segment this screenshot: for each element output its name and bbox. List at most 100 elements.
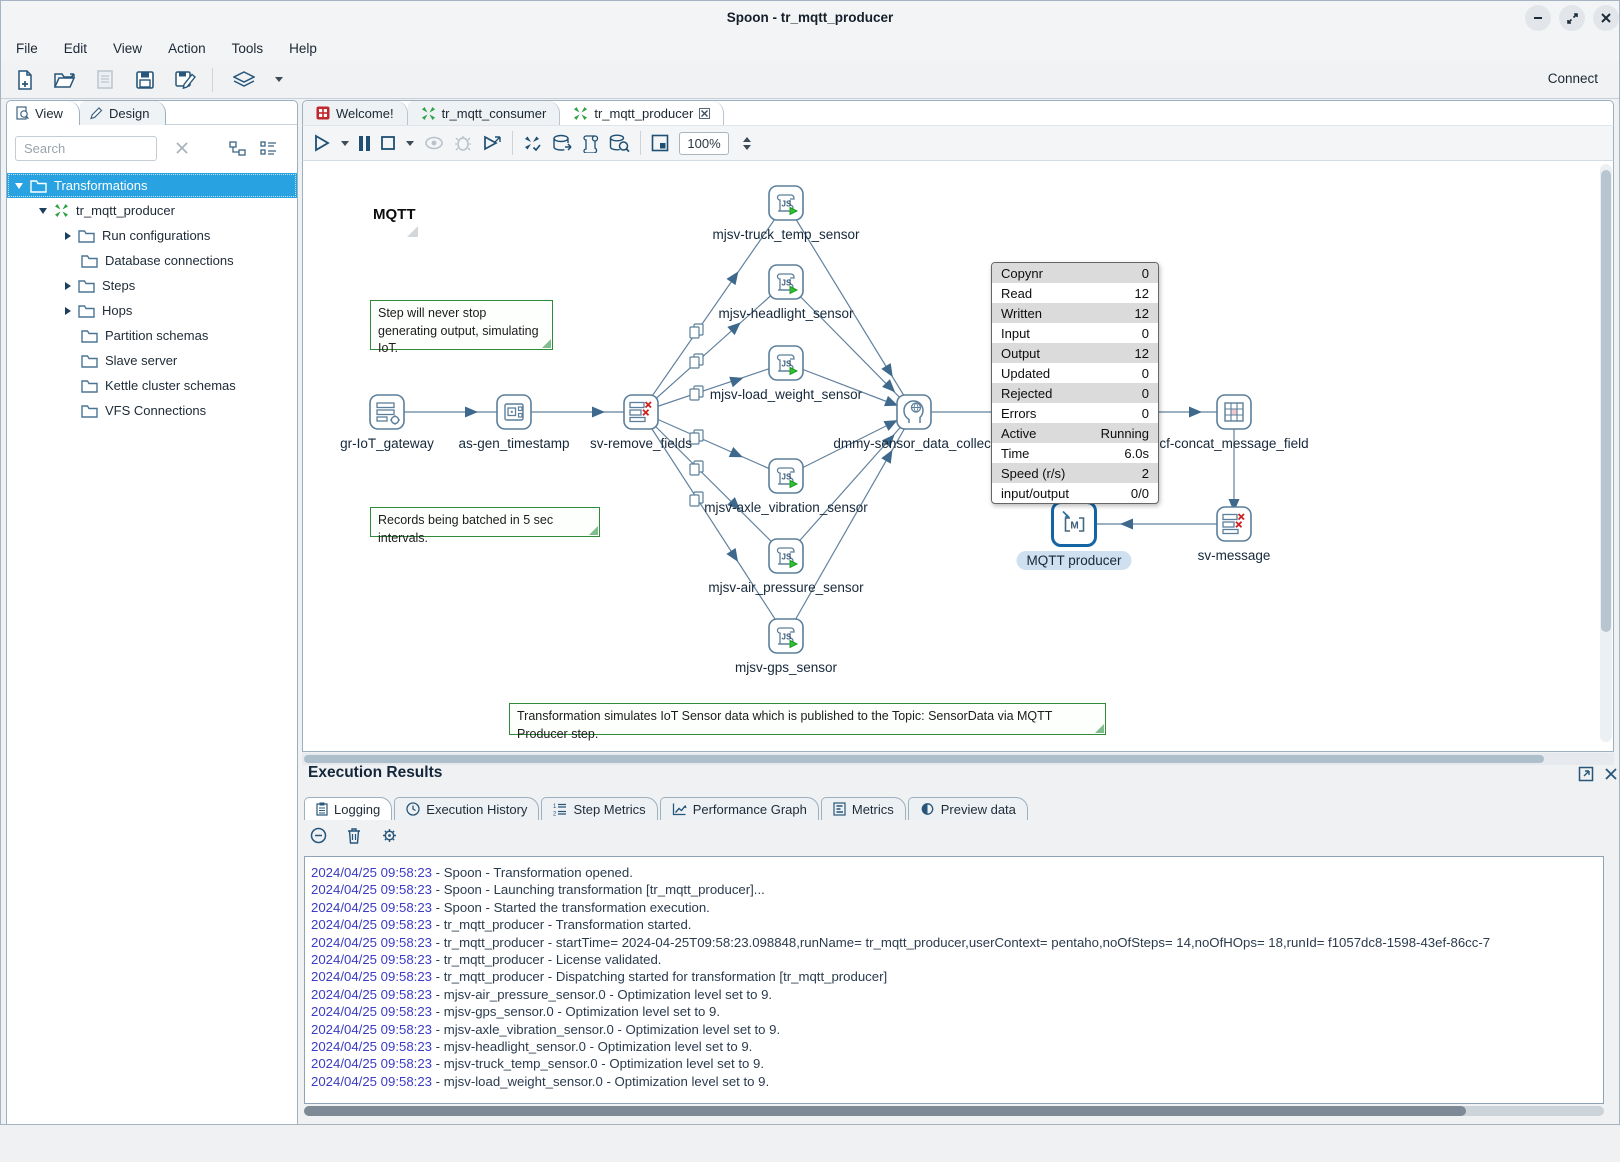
- save-as-button[interactable]: [172, 67, 198, 93]
- tab-performance-graph[interactable]: Performance Graph: [660, 797, 819, 820]
- step-mjsv-axle-vibration-sensor[interactable]: JS mjsv-axle_vibration_sensor: [768, 458, 804, 494]
- step-mqtt-producer-selected[interactable]: M MQTT producer: [1051, 501, 1097, 547]
- run-options-caret-icon[interactable]: [341, 141, 349, 146]
- tab-execution-history[interactable]: Execution History: [394, 797, 539, 820]
- open-file-button[interactable]: [52, 67, 78, 93]
- folder-icon: [81, 329, 98, 343]
- tab-preview-data[interactable]: Preview data: [908, 797, 1028, 820]
- tree-item-slave-server[interactable]: Slave server: [7, 348, 297, 373]
- impact-analysis-icon[interactable]: [552, 134, 572, 153]
- perspectives-button[interactable]: [227, 67, 261, 93]
- save-button[interactable]: [132, 67, 158, 93]
- tree-item-kettle-cluster-schemas[interactable]: Kettle cluster schemas: [7, 373, 297, 398]
- step-mjsv-gps-sensor[interactable]: JS mjsv-gps_sensor: [768, 618, 804, 654]
- explore-repository-button-disabled[interactable]: [92, 67, 118, 93]
- step-cf-concat-message-field[interactable]: cf-concat_message_field: [1216, 394, 1252, 430]
- log-horizontal-scrollbar[interactable]: [304, 1106, 1604, 1116]
- menu-view[interactable]: View: [113, 41, 142, 56]
- expander-icon[interactable]: [15, 183, 23, 189]
- list-view-toggle-icon[interactable]: [260, 141, 277, 155]
- tree-item-partition-schemas[interactable]: Partition schemas: [7, 323, 297, 348]
- metric-row: ActiveRunning: [992, 423, 1158, 443]
- expander-icon[interactable]: [65, 232, 71, 240]
- transformation-canvas[interactable]: MQTT gr-IoT_gateway as-ge: [302, 161, 1614, 752]
- note-description[interactable]: Transformation simulates IoT Sensor data…: [509, 703, 1106, 735]
- expander-icon[interactable]: [65, 307, 71, 315]
- tab-tr-mqtt-consumer[interactable]: tr_mqtt_consumer: [408, 101, 561, 125]
- menu-edit[interactable]: Edit: [64, 41, 87, 56]
- close-tab-icon[interactable]: [699, 108, 710, 119]
- preview-eye-icon-disabled[interactable]: [424, 136, 444, 150]
- scrollbar-thumb[interactable]: [304, 755, 1544, 763]
- tab-metrics[interactable]: Metrics: [821, 797, 906, 820]
- tree-item-transformations[interactable]: Transformations: [7, 173, 297, 198]
- step-mjsv-load-weight-sensor[interactable]: JS mjsv-load_weight_sensor: [768, 345, 804, 381]
- log-settings-gear-icon[interactable]: [381, 827, 398, 844]
- zoom-stepper[interactable]: [743, 137, 751, 150]
- note-batching[interactable]: Records being batched in 5 sec intervals…: [370, 507, 600, 537]
- step-mjsv-headlight-sensor[interactable]: JS mjsv-headlight_sensor: [768, 264, 804, 300]
- step-dmmy-sensor-data-collect[interactable]: dmmy-sensor_data_collect: [896, 394, 932, 430]
- explore-database-icon[interactable]: [609, 134, 630, 153]
- step-mjsv-air-pressure-sensor[interactable]: JS mjsv-air_pressure_sensor: [768, 538, 804, 574]
- scrollbar-thumb[interactable]: [1601, 170, 1611, 632]
- expander-icon[interactable]: [65, 282, 71, 290]
- tree-item-run-configurations[interactable]: Run configurations: [7, 223, 297, 248]
- expander-icon[interactable]: [39, 208, 47, 214]
- tree-item-steps[interactable]: Steps: [7, 273, 297, 298]
- delete-log-trash-icon[interactable]: [347, 827, 361, 844]
- step-sv-message[interactable]: sv-message: [1216, 506, 1252, 542]
- sql-editor-icon[interactable]: [582, 134, 599, 153]
- search-input[interactable]: [15, 136, 157, 161]
- tree-item-vfs-connections[interactable]: VFS Connections: [7, 398, 297, 423]
- debug-bug-icon-disabled[interactable]: [454, 134, 472, 152]
- canvas-horizontal-scrollbar[interactable]: [302, 753, 1614, 765]
- menu-action[interactable]: Action: [168, 41, 206, 56]
- canvas-vertical-scrollbar[interactable]: [1600, 164, 1612, 742]
- scrollbar-thumb[interactable]: [304, 1106, 1466, 1116]
- collapsed-note-icon[interactable]: [407, 226, 418, 237]
- connections-toggle-icon[interactable]: [229, 141, 246, 156]
- pause-icon[interactable]: [359, 136, 370, 151]
- tree-item-database-connections[interactable]: Database connections: [7, 248, 297, 273]
- verify-transformation-icon[interactable]: [523, 134, 542, 152]
- minimize-button[interactable]: [1525, 5, 1551, 31]
- tab-design[interactable]: Design: [80, 101, 166, 125]
- run-icon[interactable]: [313, 134, 331, 152]
- show-minimap-icon[interactable]: [651, 134, 669, 152]
- step-as-gen-timestamp[interactable]: as-gen_timestamp: [496, 394, 532, 430]
- tree-item-hops[interactable]: Hops: [7, 298, 297, 323]
- menu-file[interactable]: File: [16, 41, 38, 56]
- svg-text:2: 2: [553, 812, 557, 817]
- log-timestamp: 2024/04/25 09:58:23: [311, 865, 432, 880]
- zoom-decrease-icon[interactable]: [743, 145, 751, 150]
- connect-button[interactable]: Connect: [1548, 71, 1598, 86]
- maximize-panel-icon[interactable]: [1578, 766, 1594, 782]
- menu-tools[interactable]: Tools: [232, 41, 264, 56]
- clear-log-icon[interactable]: [310, 827, 327, 844]
- tab-tr-mqtt-producer[interactable]: tr_mqtt_producer: [560, 101, 724, 125]
- tab-welcome[interactable]: Welcome!: [303, 101, 408, 125]
- perspectives-caret-icon[interactable]: [275, 77, 283, 82]
- maximize-button[interactable]: [1559, 5, 1585, 31]
- log-output[interactable]: 2024/04/25 09:58:23 - Spoon - Transforma…: [304, 856, 1604, 1104]
- menu-help[interactable]: Help: [289, 41, 317, 56]
- zoom-increase-icon[interactable]: [743, 137, 751, 142]
- zoom-level-input[interactable]: 100%: [679, 132, 729, 155]
- stop-icon[interactable]: [380, 135, 396, 151]
- close-panel-icon[interactable]: [1604, 767, 1618, 781]
- new-file-button[interactable]: [12, 67, 38, 93]
- tree-item-tr-mqtt-producer[interactable]: tr_mqtt_producer: [7, 198, 297, 223]
- tab-step-metrics[interactable]: 12 Step Metrics: [541, 797, 657, 820]
- region-label: MQTT: [373, 206, 416, 223]
- note-generator[interactable]: Step will never stop generating output, …: [370, 300, 553, 350]
- clear-search-icon[interactable]: [175, 141, 189, 155]
- step-gr-iot-gateway[interactable]: gr-IoT_gateway: [369, 394, 405, 430]
- step-mjsv-truck-temp-sensor[interactable]: JS mjsv-truck_temp_sensor: [768, 185, 804, 221]
- close-button[interactable]: [1593, 5, 1619, 31]
- stop-options-caret-icon[interactable]: [406, 141, 414, 146]
- replay-icon[interactable]: [482, 134, 502, 152]
- tab-view[interactable]: View: [7, 101, 80, 125]
- tab-logging[interactable]: Logging: [304, 797, 392, 820]
- step-sv-remove-fields[interactable]: sv-remove_fields: [623, 394, 659, 430]
